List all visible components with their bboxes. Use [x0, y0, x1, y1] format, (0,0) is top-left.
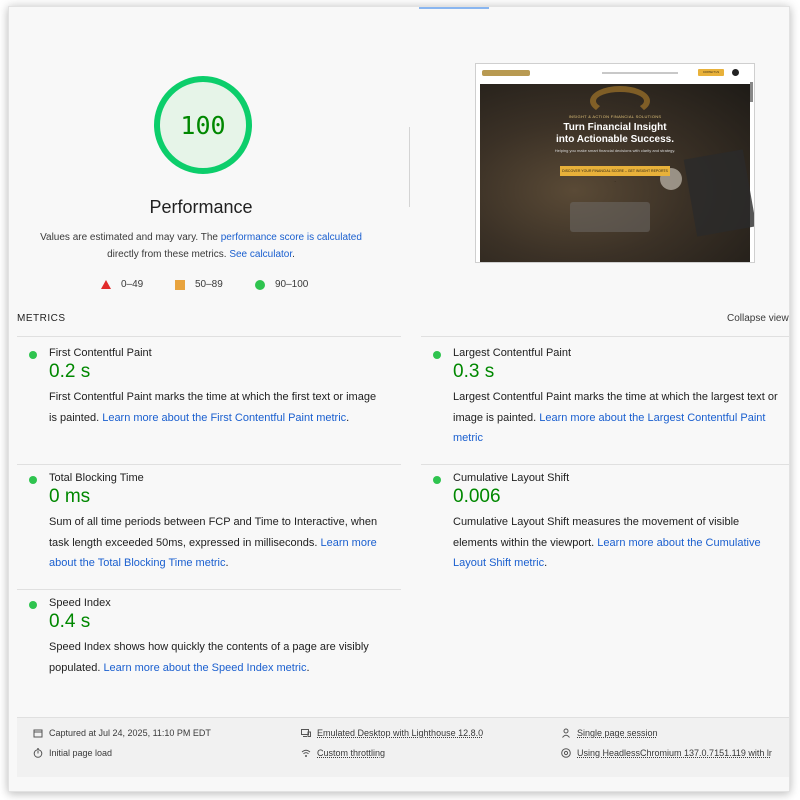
performance-score: 100 [180, 110, 226, 140]
legend-fail: 0–49 [101, 279, 143, 290]
desc-text: . [292, 249, 295, 260]
legend-label: 50–89 [195, 279, 223, 290]
divider [421, 464, 789, 465]
metric-description: Largest Contentful Paint marks the time … [453, 387, 783, 449]
hero-headline-line1: Turn Financial Insight [563, 122, 667, 133]
legend-pass: 90–100 [255, 279, 308, 290]
pass-circle-icon [29, 351, 37, 359]
score-legend: 0–49 50–89 90–100 [101, 279, 341, 295]
pass-circle-icon [433, 476, 441, 484]
metric-value: 0 ms [49, 486, 91, 507]
metric-title: Speed Index [49, 597, 111, 609]
metric-description: Sum of all time periods between FCP and … [49, 512, 379, 574]
footer-page-load: Initial page load [33, 748, 112, 758]
pass-circle-icon [29, 476, 37, 484]
see-calculator-link[interactable]: See calculator [229, 249, 292, 260]
hero-button: DISCOVER YOUR FINANCIAL SCORE – GET INSI… [560, 166, 670, 183]
divider [409, 127, 410, 207]
footer-emulated[interactable]: Emulated Desktop with Lighthouse 12.8.0 [301, 728, 483, 738]
circle-icon [255, 279, 265, 290]
hero-headline: Turn Financial Insight into Actionable S… [480, 122, 750, 146]
calendar-icon [33, 729, 43, 738]
divider [17, 336, 401, 337]
collapse-view-button[interactable]: Collapse view [727, 313, 789, 324]
metric-title: First Contentful Paint [49, 347, 152, 359]
footer-session[interactable]: Single page session [561, 728, 658, 738]
metric-value: 0.2 s [49, 361, 91, 382]
divider [17, 464, 401, 465]
square-icon [175, 279, 185, 290]
footer-throttling[interactable]: Custom throttling [301, 748, 385, 758]
logo-icon [482, 70, 530, 76]
metric-value: 0.006 [453, 486, 501, 507]
metric-value: 0.3 s [453, 361, 495, 382]
divider [421, 336, 789, 337]
page-load-text: Initial page load [49, 748, 113, 758]
metrics-header: METRICS [17, 313, 66, 324]
metric-desc-end: . [346, 411, 350, 424]
scroll-indicator [419, 7, 489, 9]
thumb-hero: INSIGHT & ACTION FINANCIAL SOLUTIONS Tur… [480, 84, 754, 262]
metric-title: Cumulative Layout Shift [453, 472, 570, 484]
keyboard-illustration [570, 202, 650, 232]
wifi-icon [301, 749, 311, 757]
metric-speed-index: Speed Index 0.4 s Speed Index shows how … [29, 597, 379, 697]
hero-headline-line2: into Actionable Success. [556, 134, 674, 145]
legend-label: 0–49 [121, 279, 144, 290]
metric-desc-end: . [544, 557, 548, 569]
learn-more-si-link[interactable]: Learn more about the Speed Index metric [103, 662, 306, 674]
hero-eyebrow: INSIGHT & ACTION FINANCIAL SOLUTIONS [568, 114, 662, 119]
thumb-nav-links [602, 72, 678, 74]
person-icon [562, 728, 570, 738]
hero-subtext: Helping you make smart financial decisio… [554, 148, 676, 153]
metric-description: Cumulative Layout Shift measures the mov… [453, 512, 783, 574]
metric-desc-end: . [306, 661, 310, 674]
pass-circle-icon [29, 601, 37, 609]
desc-text: directly from these metrics. [107, 249, 230, 260]
runtime-settings-footer: Captured at Jul 24, 2025, 11:10 PM EDT I… [17, 717, 789, 777]
metric-value: 0.4 s [49, 611, 91, 632]
chart-illustration [590, 86, 650, 116]
metric-title: Total Blocking Time [49, 472, 144, 484]
pass-circle-icon [433, 351, 441, 359]
thumb-scrollbar [750, 82, 753, 102]
legend-label: 90–100 [275, 279, 309, 290]
timer-icon [33, 748, 43, 758]
tablet-illustration [683, 149, 754, 237]
session-text: Single page session [577, 728, 658, 738]
metric-first-contentful-paint: First Contentful Paint 0.2 s First Conte… [29, 347, 379, 457]
performance-description: Values are estimated and may vary. The p… [23, 229, 379, 263]
performance-title: Performance [149, 197, 253, 217]
final-screenshot[interactable]: CONTACT US INSIGHT & ACTION FINANCIAL SO… [475, 63, 755, 263]
thumb-navbar: CONTACT US [476, 64, 754, 82]
desktop-icon [301, 729, 311, 737]
browser-text: Using HeadlessChromium 137.0.7151.119 wi… [577, 748, 772, 758]
divider [17, 589, 401, 590]
desc-text: Values are estimated and may vary. The [40, 232, 221, 243]
legend-average: 50–89 [175, 279, 223, 290]
performance-gauge[interactable]: 100 [151, 73, 255, 177]
triangle-icon [101, 280, 111, 289]
thumb-contact-button: CONTACT US [698, 69, 724, 76]
footer-browser[interactable]: Using HeadlessChromium 137.0.7151.119 wi… [561, 748, 772, 758]
metric-largest-contentful-paint: Largest Contentful Paint 0.3 s Largest C… [433, 347, 783, 457]
score-calculated-link[interactable]: performance score is calculated [221, 232, 362, 243]
metric-description: First Contentful Paint marks the time at… [49, 387, 379, 428]
metric-description: Speed Index shows how quickly the conten… [49, 637, 379, 678]
metric-title: Largest Contentful Paint [453, 347, 572, 359]
moon-icon [732, 69, 739, 76]
lighthouse-report: 100 Performance Values are estimated and… [8, 6, 790, 792]
metric-desc-end: . [225, 557, 229, 569]
chrome-icon [561, 748, 571, 758]
emulated-text: Emulated Desktop with Lighthouse 12.8.0 [317, 728, 484, 738]
throttling-text: Custom throttling [317, 748, 386, 758]
footer-captured: Captured at Jul 24, 2025, 11:10 PM EDT [33, 728, 211, 738]
metric-total-blocking-time: Total Blocking Time 0 ms Sum of all time… [29, 472, 379, 582]
metric-cumulative-layout-shift: Cumulative Layout Shift 0.006 Cumulative… [433, 472, 783, 582]
learn-more-fcp-link[interactable]: Learn more about the First Contentful Pa… [102, 412, 346, 424]
captured-text: Captured at Jul 24, 2025, 11:10 PM EDT [49, 728, 211, 738]
